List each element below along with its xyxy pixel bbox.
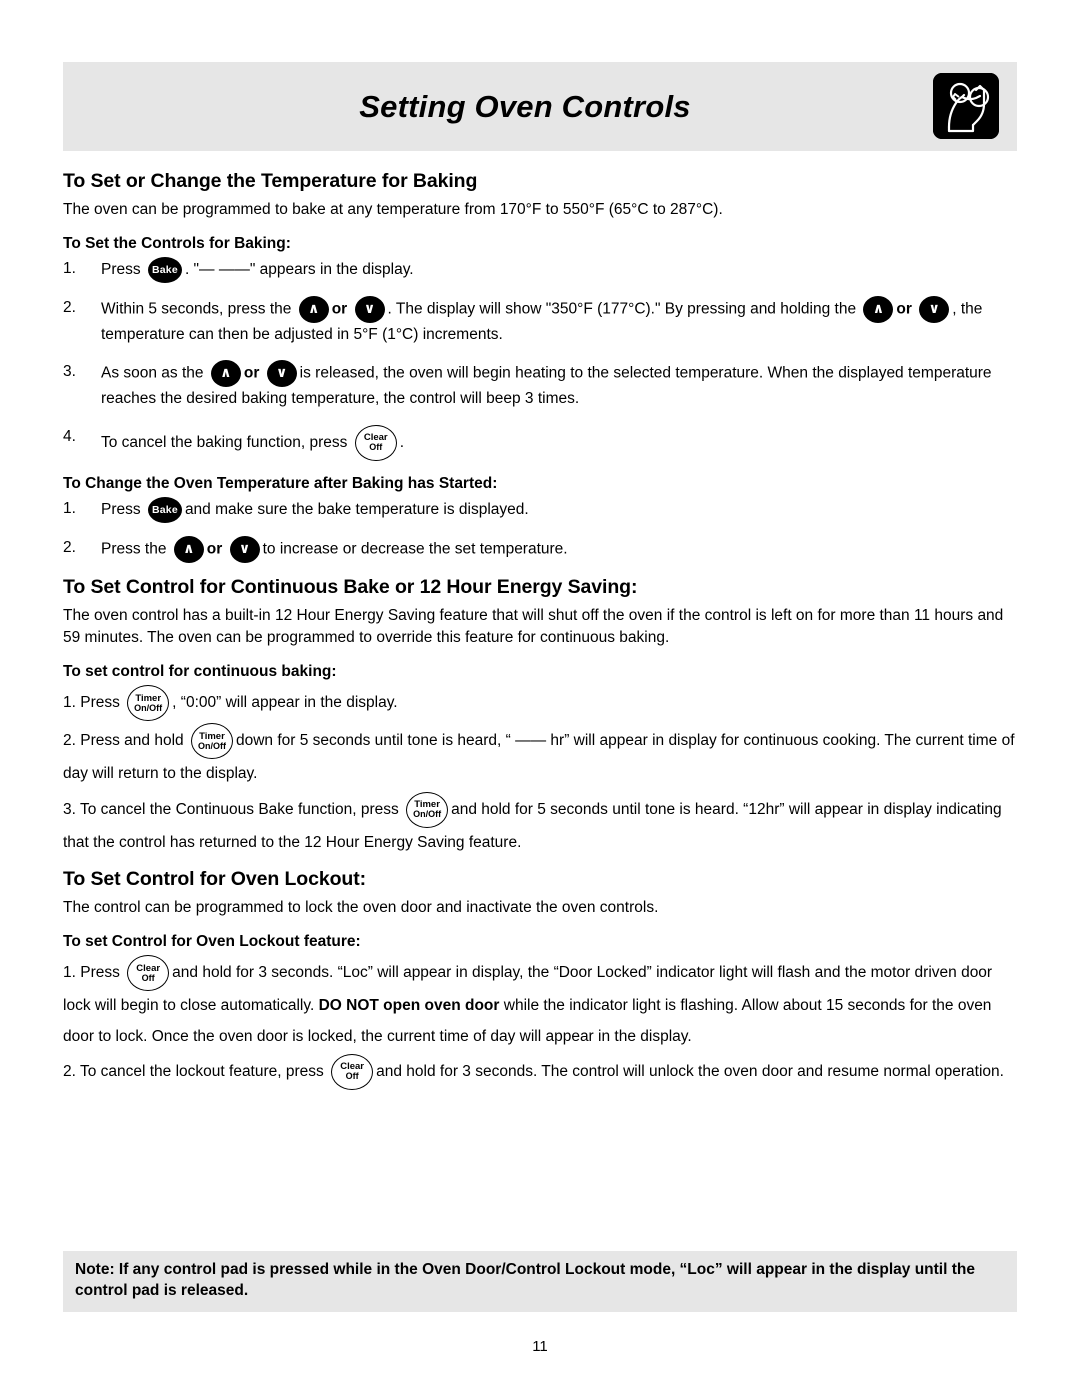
- clear-off-button[interactable]: Clear Off: [127, 955, 170, 992]
- section-intro-oven-lockout: The control can be programmed to lock th…: [63, 898, 659, 916]
- step-text: 2. To cancel the lockout feature, press: [63, 1062, 324, 1080]
- timer-button-line2: On/Off: [413, 808, 442, 819]
- step-number: 1.: [63, 260, 76, 278]
- subheading-set-continuous-baking: To set control for continuous baking:: [63, 663, 337, 681]
- timer-button-line2: On/Off: [134, 702, 163, 713]
- subheading-set-controls-baking: To Set the Controls for Baking:: [63, 235, 291, 253]
- down-arrow-button[interactable]: ∨: [354, 296, 385, 324]
- step-text: 1. Press: [63, 964, 120, 982]
- section-heading-baking: To Set or Change the Temperature for Bak…: [63, 170, 478, 192]
- up-arrow-button[interactable]: ∧: [863, 296, 894, 324]
- step-text: Press the: [101, 540, 167, 558]
- list-item: 2. To cancel the lockout feature, press …: [63, 1053, 1017, 1090]
- step-number: 4.: [63, 427, 76, 445]
- clear-off-button-line2: Off: [141, 972, 155, 983]
- list-item: 1. Press Bake and make sure the bake tempe…: [63, 496, 1017, 523]
- subheading-set-oven-lockout: To set Control for Oven Lockout feature:: [63, 933, 361, 951]
- list-item: 2. Press and hold Timer On/Off down for …: [63, 723, 1017, 789]
- clear-off-button[interactable]: Clear Off: [354, 424, 397, 461]
- up-arrow-button[interactable]: ∧: [173, 535, 204, 563]
- list-item: 1. Press Timer On/Off , “0:00” will appe…: [63, 685, 1017, 722]
- subheading-change-oven-temperature: To Change the Oven Temperature after Bak…: [63, 474, 498, 492]
- list-item: 4. To cancel the baking function, press C…: [63, 424, 1017, 461]
- step-text: As soon as the: [101, 365, 204, 383]
- step-number: 2.: [63, 538, 76, 556]
- timer-on-off-button[interactable]: Timer On/Off: [190, 723, 233, 760]
- conjunction-or: or: [243, 365, 260, 383]
- up-arrow-button[interactable]: ∧: [210, 360, 241, 388]
- step-text: to increase or decrease the set temperat…: [262, 540, 568, 558]
- step-text: and hold for 3 seconds. The control will…: [376, 1062, 1004, 1080]
- conjunction-or: or: [896, 301, 912, 319]
- timer-on-off-button[interactable]: Timer On/Off: [406, 791, 449, 828]
- list-item: 2. Press the ∧ or ∨ to increase or decrease…: [63, 535, 1017, 563]
- step-text: 1. Press: [63, 694, 120, 712]
- warning-do-not-open-oven-door: DO NOT open oven door: [318, 997, 500, 1015]
- down-arrow-button[interactable]: ∨: [919, 296, 950, 324]
- steps-set-controls-baking: 1. Press Bake. "— ——" appears in the disp…: [63, 257, 1017, 461]
- steps-change-oven-temperature: 1. Press Bake and make sure the bake tempe…: [63, 496, 1017, 563]
- step-text: Within 5 seconds, press the: [101, 301, 292, 319]
- section-intro-continuous-bake: The oven control has a built-in 12 Hour …: [63, 606, 1004, 646]
- step-text: . The display will show "350°F (177°C)."…: [387, 301, 857, 319]
- step-text: and make sure the bake temperature is di…: [184, 500, 529, 518]
- step-text: , “0:00” will appear in the display.: [172, 694, 398, 712]
- page-header-band: Setting Oven Controls: [63, 62, 1017, 151]
- clear-off-button[interactable]: Clear Off: [331, 1053, 374, 1090]
- clear-off-button-line2: Off: [345, 1071, 359, 1082]
- list-item: 1. Press Bake. "— ——" appears in the disp…: [63, 257, 1017, 284]
- step-text: . "— ——" appears in the display.: [184, 261, 414, 279]
- page-title: Setting Oven Controls: [359, 88, 691, 124]
- section-heading-continuous-bake: To Set Control for Continuous Bake or 12…: [63, 575, 638, 598]
- document-content: To Set or Change the Temperature for Bak…: [63, 160, 1017, 1092]
- down-arrow-button[interactable]: ∨: [229, 535, 260, 563]
- step-text: To cancel the baking function, press: [101, 433, 348, 451]
- clear-off-button-line2: Off: [369, 441, 383, 452]
- bake-button[interactable]: Bake: [147, 257, 182, 284]
- note-text: Note: If any control pad is pressed whil…: [75, 1261, 975, 1299]
- step-number: 2.: [63, 299, 76, 317]
- list-item: 2. Within 5 seconds, press the ∧ or ∨. The…: [63, 296, 1017, 347]
- step-text: 2. Press and hold: [63, 732, 184, 750]
- document-page: Setting Oven Controls To Set or Change t…: [0, 0, 1080, 1397]
- step-text: Press: [101, 261, 141, 279]
- step-text: 3. To cancel the Continuous Bake functio…: [63, 800, 399, 818]
- timer-on-off-button[interactable]: Timer On/Off: [127, 685, 170, 722]
- hand-pressing-controls-icon: [933, 73, 999, 139]
- conjunction-or: or: [331, 301, 348, 319]
- section-heading-oven-lockout: To Set Control for Oven Lockout:: [63, 867, 367, 890]
- list-item: 3. As soon as the ∧ or ∨ is released, the o…: [63, 360, 1017, 411]
- timer-button-line2: On/Off: [197, 740, 226, 751]
- conjunction-or: or: [206, 540, 223, 558]
- down-arrow-button[interactable]: ∨: [266, 360, 297, 388]
- step-text: .: [399, 433, 405, 451]
- step-number: 3.: [63, 363, 76, 381]
- list-item: 1. Press Clear Off and hold for 3 second…: [63, 955, 1017, 1051]
- step-text: Press: [101, 500, 141, 518]
- section-intro-baking: The oven can be programmed to bake at an…: [63, 201, 723, 218]
- step-number: 1.: [63, 499, 76, 517]
- page-number: 11: [532, 1338, 548, 1355]
- bake-button[interactable]: Bake: [147, 496, 182, 523]
- up-arrow-button[interactable]: ∧: [298, 296, 329, 324]
- list-item: 3. To cancel the Continuous Bake functio…: [63, 791, 1017, 858]
- note-box: Note: If any control pad is pressed whil…: [63, 1251, 1017, 1312]
